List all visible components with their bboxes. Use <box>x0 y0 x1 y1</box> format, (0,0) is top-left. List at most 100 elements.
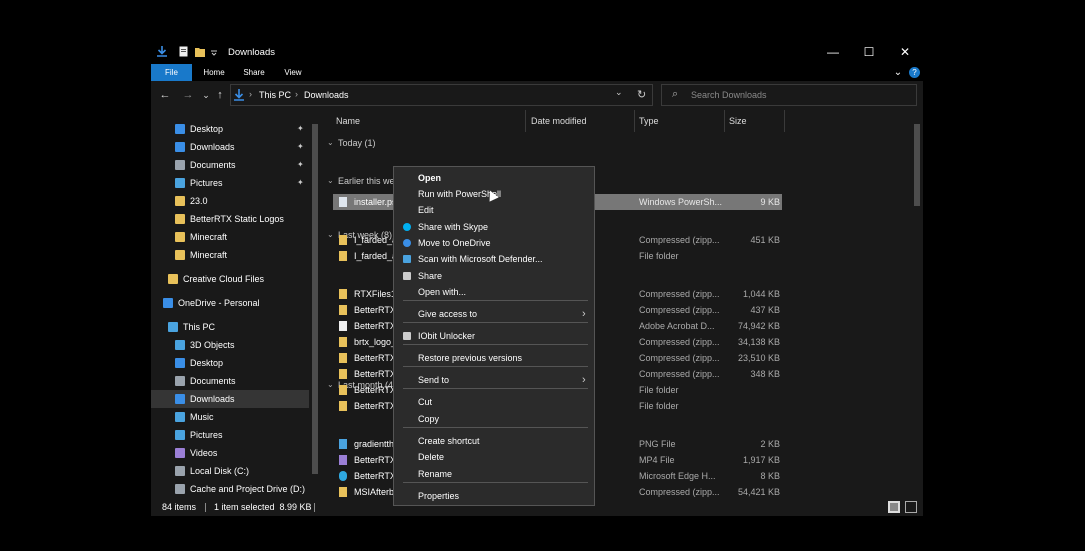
sidebar-item-label: Local Disk (C:) <box>190 466 250 476</box>
menu-item-delete[interactable]: Delete <box>394 449 594 465</box>
nav-scrollbar[interactable] <box>309 110 321 499</box>
pin-icon: ✦ <box>297 178 304 187</box>
menu-item-give-access-to[interactable]: Give access to › <box>394 306 594 322</box>
properties-icon[interactable] <box>179 46 189 57</box>
file-list-scrollbar[interactable] <box>911 110 923 499</box>
column-header-size[interactable]: Size <box>729 110 785 132</box>
script-icon <box>339 197 347 207</box>
file-type: Compressed (zipp... <box>639 353 720 363</box>
sidebar-item[interactable]: Downloads ✦ <box>151 138 309 156</box>
sidebar-item[interactable]: Music <box>151 408 309 426</box>
sidebar-item-label: OneDrive - Personal <box>178 298 260 308</box>
address-dropdown-button[interactable]: ⌄ <box>615 87 623 98</box>
breadcrumb-separator: › <box>295 89 298 99</box>
menu-item-label: Scan with Microsoft Defender... <box>418 254 543 264</box>
menu-item-open[interactable]: Open <box>394 170 594 186</box>
address-bar[interactable]: › This PC › Downloads ⌄ ↻ <box>230 84 653 106</box>
menu-item-rename[interactable]: Rename <box>394 466 594 482</box>
menu-item-create-shortcut[interactable]: Create shortcut <box>394 433 594 449</box>
music-icon <box>175 412 185 422</box>
sidebar-item[interactable]: Minecraft <box>151 246 309 264</box>
up-button[interactable]: ↑ <box>213 87 227 103</box>
menu-item-copy[interactable]: Copy <box>394 411 594 427</box>
tab-file[interactable]: File <box>151 64 192 81</box>
tab-home[interactable]: Home <box>197 64 231 81</box>
nav-scrollbar-thumb[interactable] <box>312 124 318 474</box>
chevron-down-icon[interactable]: ⌄ <box>327 138 334 147</box>
menu-item-properties[interactable]: Properties <box>394 488 594 504</box>
back-button[interactable]: ← <box>158 87 172 103</box>
sidebar-item[interactable]: Desktop ✦ <box>151 120 309 138</box>
column-header-type[interactable]: Type <box>639 110 725 132</box>
menu-item-open-with[interactable]: Open with... <box>394 284 594 300</box>
file-size: 54,421 KB <box>737 487 780 497</box>
sidebar-item[interactable]: 23.0 <box>151 192 309 210</box>
menu-item-edit[interactable]: Edit <box>394 202 594 218</box>
search-box[interactable]: ⌕ Search Downloads <box>661 84 917 106</box>
share-icon <box>403 272 411 280</box>
menu-item-iobit-unlocker[interactable]: IObit Unlocker <box>394 328 594 344</box>
close-button[interactable]: ✕ <box>887 40 923 64</box>
sidebar-item[interactable]: Minecraft <box>151 228 309 246</box>
chevron-right-icon: › <box>582 374 586 386</box>
sidebar-item[interactable]: Downloads <box>151 390 309 408</box>
file-name: I_farded_a <box>354 251 398 261</box>
file-name: BetterRTX <box>354 321 396 331</box>
unlocker-icon <box>403 332 411 340</box>
refresh-button[interactable]: ↻ <box>637 88 646 101</box>
sidebar-item[interactable]: 3D Objects <box>151 336 309 354</box>
details-view-button[interactable] <box>888 501 900 513</box>
tab-share[interactable]: Share <box>239 64 269 81</box>
menu-item-cut[interactable]: Cut <box>394 394 594 410</box>
sidebar-item[interactable]: Documents ✦ <box>151 156 309 174</box>
menu-item-share-with-skype[interactable]: Share with Skype <box>394 219 594 235</box>
sidebar-item[interactable]: Creative Cloud Files <box>151 270 309 288</box>
sidebar-item[interactable]: This PC <box>151 318 309 336</box>
file-list-scrollbar-thumb[interactable] <box>914 124 920 206</box>
quick-access-dropdown-icon[interactable] <box>211 46 221 57</box>
chevron-down-icon[interactable]: ⌄ <box>327 176 334 185</box>
videos-icon <box>175 448 185 458</box>
file-type: Compressed (zipp... <box>639 235 720 245</box>
pdf-icon <box>339 321 347 331</box>
column-header-date[interactable]: Date modified <box>531 110 635 132</box>
menu-item-send-to[interactable]: Send to › <box>394 372 594 388</box>
ribbon-expand-button[interactable]: ⌄ <box>891 64 905 81</box>
sidebar-item[interactable]: Videos <box>151 444 309 462</box>
menu-item-label: Properties <box>418 491 460 501</box>
sidebar-item[interactable]: Documents <box>151 372 309 390</box>
file-name: BetterRTX <box>354 401 396 411</box>
recent-locations-button[interactable]: ⌄ <box>199 87 213 103</box>
tab-view[interactable]: View <box>279 64 307 81</box>
menu-item-move-to-onedrive[interactable]: Move to OneDrive <box>394 235 594 251</box>
group-header[interactable]: Earlier this we <box>338 176 395 186</box>
sidebar-item[interactable]: Pictures <box>151 426 309 444</box>
large-icons-view-button[interactable] <box>905 501 917 513</box>
file-size: 1,044 KB <box>742 289 780 299</box>
sidebar-item-label: Cache and Project Drive (D:) <box>190 484 306 494</box>
breadcrumb-downloads[interactable]: Downloads <box>304 90 349 100</box>
group-header[interactable]: Today (1) <box>338 138 376 148</box>
sidebar-item[interactable]: Desktop <box>151 354 309 372</box>
file-name: brtx_logo_ <box>354 337 397 347</box>
menu-item-restore-previous-versions[interactable]: Restore previous versions <box>394 350 594 366</box>
sidebar-item[interactable]: Cache and Project Drive (D:) <box>151 480 309 498</box>
menu-item-share[interactable]: Share <box>394 268 594 284</box>
help-icon[interactable]: ? <box>909 67 920 78</box>
maximize-button[interactable]: ☐ <box>851 40 887 64</box>
forward-button[interactable]: → <box>181 87 195 103</box>
sidebar-item[interactable]: OneDrive - Personal <box>151 294 309 312</box>
sidebar-item[interactable]: BetterRTX Static Logos <box>151 210 309 228</box>
desktop-icon <box>175 358 185 368</box>
breadcrumb-this-pc[interactable]: This PC <box>259 90 291 100</box>
menu-item-scan-with-microsoft-defender[interactable]: Scan with Microsoft Defender... <box>394 251 594 267</box>
sidebar-item[interactable]: Pictures ✦ <box>151 174 309 192</box>
menu-separator <box>403 344 588 345</box>
sidebar-item[interactable]: Local Disk (C:) <box>151 462 309 480</box>
column-header-name[interactable]: Name <box>336 110 526 132</box>
sidebar-item-label: Desktop <box>190 358 224 368</box>
new-folder-icon[interactable] <box>195 46 205 57</box>
menu-item-label: Edit <box>418 205 434 215</box>
minimize-button[interactable]: — <box>815 40 851 64</box>
menu-item-label: IObit Unlocker <box>418 331 476 341</box>
